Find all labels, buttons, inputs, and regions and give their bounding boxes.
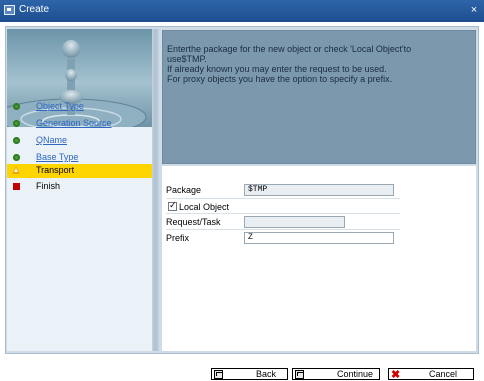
cancel-label: Cancel [429,369,458,379]
back-button[interactable]: Back [211,368,288,380]
prefix-label: Prefix [166,233,190,243]
pane-splitter[interactable] [152,29,159,351]
info-line: Enterthe package for the new object or c… [167,44,412,54]
window-title: Create [19,4,50,15]
local-object-label: Local Object [179,202,230,212]
local-object-checkbox[interactable] [168,200,177,211]
close-icon[interactable]: × [467,3,481,17]
cancel-icon: ✖ [391,369,401,381]
step-qname[interactable]: QName [7,134,152,148]
wizard-steps: Object Type Generation Source QName Base… [7,97,152,351]
continue-icon [295,370,304,379]
back-label: Back [256,369,277,379]
title-bar: Create × [0,0,484,22]
step-label: Transport [36,165,75,175]
divider [166,213,400,214]
step-label[interactable]: QName [36,135,67,145]
continue-button[interactable]: Continue [292,368,380,380]
step-generation-source[interactable]: Generation Source [7,117,152,131]
warning-triangle-icon [12,166,20,174]
prefix-field[interactable]: Z [244,232,394,244]
green-dot-icon [13,103,20,110]
divider [166,229,400,230]
step-transport: Transport [7,164,152,178]
cancel-button[interactable]: ✖ Cancel [388,368,474,381]
continue-label: Continue [337,369,374,379]
green-dot-icon [13,120,20,127]
step-object-type[interactable]: Object Type [7,100,152,114]
divider [166,198,400,199]
back-icon [214,370,223,379]
info-panel: Enterthe package for the new object or c… [162,30,476,164]
red-square-icon [13,183,20,190]
window-icon [4,5,15,15]
form-area: Package $TMP Local Object Request/Task P… [162,166,476,351]
green-dot-icon [13,154,20,161]
step-label: Finish [36,181,61,191]
step-label[interactable]: Base Type [36,152,78,162]
info-line: If already known you may enter the reque… [167,64,387,74]
step-finish: Finish [7,180,152,194]
info-line: For proxy objects you have the option to… [167,74,393,84]
step-base-type[interactable]: Base Type [7,151,152,165]
package-field[interactable]: $TMP [244,184,394,196]
step-label[interactable]: Object Type [36,101,84,111]
step-label[interactable]: Generation Source [36,118,112,128]
green-dot-icon [13,137,20,144]
info-line: use$TMP. [167,54,207,64]
package-label: Package [166,185,202,195]
request-task-field[interactable] [244,216,345,228]
request-task-label: Request/Task [166,217,221,227]
